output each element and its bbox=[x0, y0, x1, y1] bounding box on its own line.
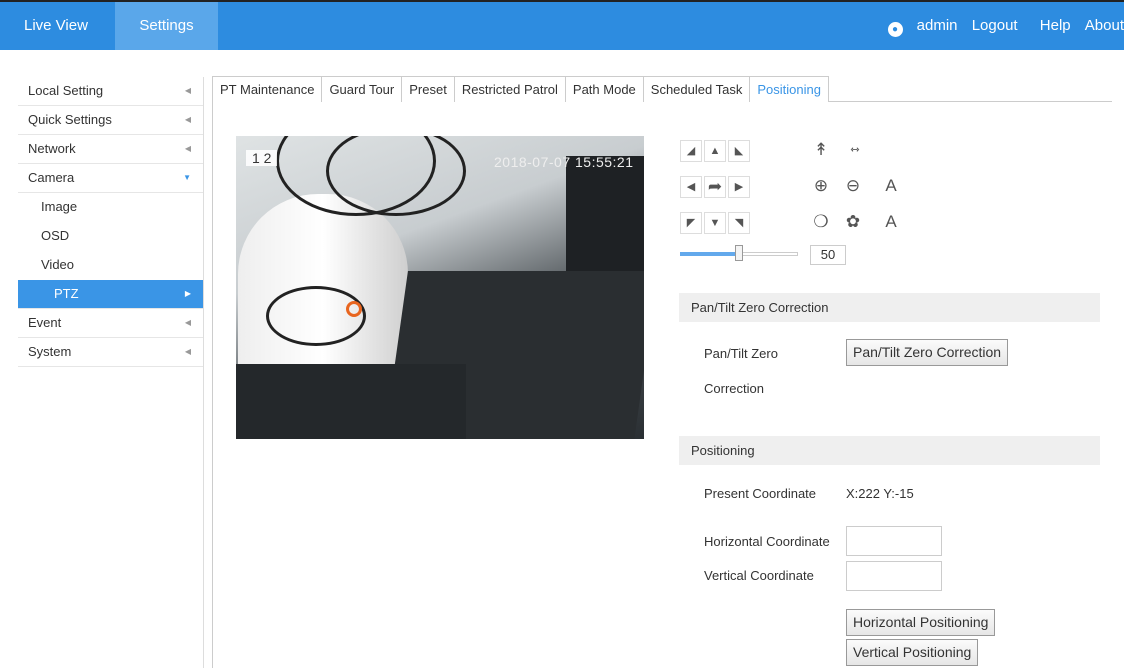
sidebar-item-label: Local Setting bbox=[28, 83, 104, 98]
sidebar: Local Setting ◀ Quick Settings ◀ Network ◀ … bbox=[18, 77, 204, 668]
sidebar-item-label: Image bbox=[41, 199, 78, 214]
sidebar-item-label: System bbox=[28, 344, 72, 359]
zero-correction-button[interactable]: Pan/Tilt Zero Correction bbox=[846, 339, 1009, 366]
horizontal-coordinate-label: Horizontal Coordinate bbox=[704, 534, 830, 549]
tab-path-mode[interactable]: Path Mode bbox=[564, 76, 644, 102]
logout-link[interactable]: Logout bbox=[972, 17, 1018, 34]
live-video-preview[interactable]: 1 2 2018-07-07 15:55:21 bbox=[236, 136, 644, 439]
horizontal-positioning-button[interactable]: Horizontal Positioning bbox=[846, 609, 996, 636]
ptz-right-button[interactable]: ▶ bbox=[728, 176, 750, 198]
ptz-speed-value: 50 bbox=[810, 245, 846, 265]
top-navigation-bar: Live View Settings ● admin Logout Help A… bbox=[0, 0, 1124, 50]
tab-filler bbox=[828, 76, 1112, 101]
slider-knob[interactable] bbox=[735, 245, 743, 261]
about-link[interactable]: About bbox=[1085, 17, 1124, 34]
sidebar-item-network[interactable]: Network ◀ bbox=[18, 135, 203, 164]
tab-restricted-patrol[interactable]: Restricted Patrol bbox=[453, 76, 566, 102]
ptz-up-right-button[interactable]: ◣ bbox=[728, 140, 750, 162]
ptz-speed-slider[interactable] bbox=[680, 245, 798, 261]
tab-scheduled-task[interactable]: Scheduled Task bbox=[642, 76, 751, 102]
wiper-icon[interactable]: ↟ bbox=[810, 140, 832, 162]
chevron-left-icon: ◀ bbox=[184, 144, 191, 153]
sidebar-item-camera[interactable]: Camera ▼ bbox=[18, 164, 203, 193]
sidebar-item-video[interactable]: Video bbox=[18, 251, 203, 280]
zero-correction-header: Pan/Tilt Zero Correction bbox=[679, 293, 1100, 322]
ptz-auto-rotate-button[interactable]: ➦ bbox=[704, 176, 726, 198]
iris-open-icon[interactable]: ❍ bbox=[810, 212, 832, 234]
light-icon[interactable]: ⇿ bbox=[844, 140, 866, 162]
iris-close-icon[interactable]: ✿ bbox=[842, 212, 864, 234]
slider-fill bbox=[680, 252, 739, 256]
sidebar-item-label: OSD bbox=[41, 228, 70, 243]
zero-correction-label-line1: Pan/Tilt Zero bbox=[704, 346, 778, 361]
zoom-out-icon[interactable]: ⊖ bbox=[842, 176, 864, 198]
nav-live-view[interactable]: Live View bbox=[6, 2, 106, 50]
present-coordinate-value: X:222 Y:-15 bbox=[846, 486, 914, 501]
nav-settings[interactable]: Settings bbox=[115, 2, 218, 50]
sidebar-item-ptz[interactable]: PTZ ▶ bbox=[18, 280, 203, 309]
chevron-left-icon: ◀ bbox=[184, 318, 191, 327]
sidebar-item-label: Event bbox=[28, 315, 62, 330]
chevron-left-icon: ◀ bbox=[184, 86, 191, 95]
ptz-tabs: PT Maintenance Guard Tour Preset Restric… bbox=[212, 76, 1112, 102]
ptz-up-left-button[interactable]: ◢ bbox=[680, 140, 702, 162]
sidebar-item-label: Network bbox=[28, 141, 76, 156]
tab-guard-tour[interactable]: Guard Tour bbox=[321, 76, 403, 102]
user-icon: ● bbox=[887, 22, 903, 37]
sidebar-item-local-setting[interactable]: Local Setting ◀ bbox=[18, 77, 203, 106]
sidebar-item-system[interactable]: System ◀ bbox=[18, 338, 203, 367]
ptz-left-button[interactable]: ◀ bbox=[680, 176, 702, 198]
video-object bbox=[236, 364, 466, 439]
sidebar-item-event[interactable]: Event ◀ bbox=[18, 309, 203, 338]
video-object bbox=[566, 156, 644, 276]
zero-correction-label-line2: Correction bbox=[704, 381, 764, 396]
positioning-header: Positioning bbox=[679, 436, 1100, 465]
vertical-coordinate-input[interactable] bbox=[846, 561, 942, 591]
sidebar-item-label: Camera bbox=[28, 170, 75, 185]
chevron-left-icon: ◀ bbox=[184, 347, 191, 356]
chevron-down-icon: ▼ bbox=[183, 173, 191, 182]
sidebar-item-image[interactable]: Image bbox=[18, 193, 203, 222]
video-channel-label: 1 2 bbox=[246, 150, 278, 166]
chevron-right-icon: ▶ bbox=[184, 289, 191, 298]
video-osd-time: 2018-07-07 15:55:21 bbox=[494, 154, 634, 170]
focus-auto-button[interactable]: A bbox=[880, 176, 902, 198]
ptz-up-button[interactable]: ▲ bbox=[704, 140, 726, 162]
sidebar-item-label: PTZ bbox=[54, 286, 79, 301]
iris-auto-button[interactable]: A bbox=[880, 212, 902, 234]
header-right: ● admin Logout Help About bbox=[878, 2, 1124, 50]
zoom-in-icon[interactable]: ⊕ bbox=[810, 176, 832, 198]
sidebar-item-osd[interactable]: OSD bbox=[18, 222, 203, 251]
tab-positioning[interactable]: Positioning bbox=[749, 76, 829, 102]
help-link[interactable]: Help bbox=[1040, 17, 1071, 34]
username: admin bbox=[916, 17, 958, 34]
sidebar-item-label: Quick Settings bbox=[28, 112, 112, 127]
video-object bbox=[346, 301, 362, 317]
sidebar-item-quick-settings[interactable]: Quick Settings ◀ bbox=[18, 106, 203, 135]
ptz-down-right-button[interactable]: ◥ bbox=[728, 212, 750, 234]
chevron-left-icon: ◀ bbox=[184, 115, 191, 124]
sidebar-item-label: Video bbox=[41, 257, 75, 272]
horizontal-coordinate-input[interactable] bbox=[846, 526, 942, 556]
vertical-positioning-button[interactable]: Vertical Positioning bbox=[846, 639, 979, 666]
present-coordinate-label: Present Coordinate bbox=[704, 486, 817, 501]
ptz-down-left-button[interactable]: ◤ bbox=[680, 212, 702, 234]
tab-preset[interactable]: Preset bbox=[401, 76, 455, 102]
tab-pt-maintenance[interactable]: PT Maintenance bbox=[212, 76, 323, 102]
vertical-coordinate-label: Vertical Coordinate bbox=[704, 568, 814, 583]
ptz-down-button[interactable]: ▼ bbox=[704, 212, 726, 234]
